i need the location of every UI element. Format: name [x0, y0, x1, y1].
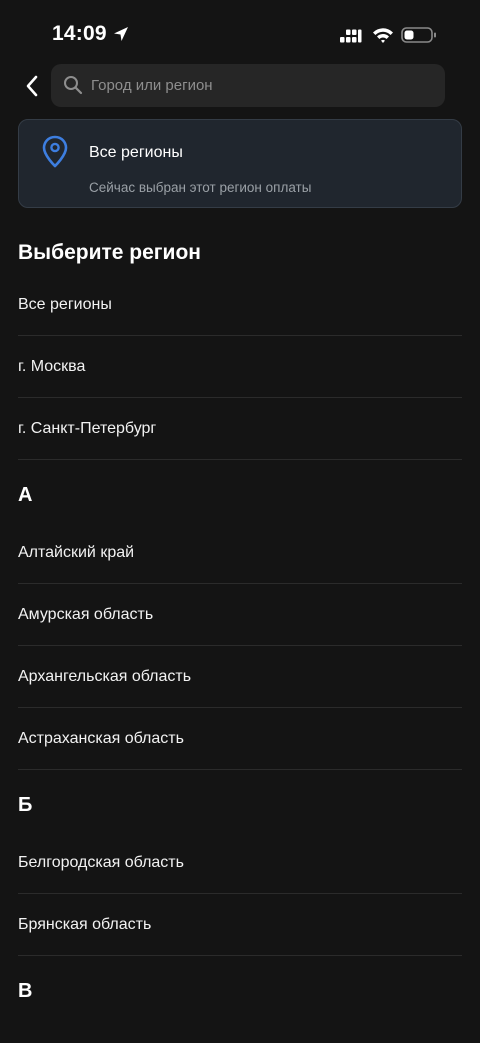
status-time: 14:09 [52, 22, 107, 45]
region-label: г. Санкт-Петербург [18, 420, 157, 437]
list-item[interactable]: Брянская область [18, 894, 462, 956]
region-label: Брянская область [18, 916, 152, 933]
list-item[interactable]: Архангельская область [18, 646, 462, 708]
search-row [0, 64, 480, 108]
region-label: Все регионы [18, 296, 112, 313]
search-icon [64, 76, 83, 95]
location-pin-icon [42, 135, 68, 168]
list-item[interactable]: г. Москва [18, 336, 462, 398]
letter-header-label: Б [18, 794, 33, 816]
list-item[interactable]: Астраханская область [18, 708, 462, 770]
cellular-signal-icon [340, 29, 362, 43]
list-item[interactable]: Белгородская область [18, 832, 462, 894]
list-item[interactable]: Все регионы [18, 274, 462, 336]
letter-header-label: А [18, 484, 33, 506]
back-button[interactable] [18, 70, 46, 102]
chevron-left-icon [26, 75, 38, 97]
search-box[interactable] [51, 64, 445, 107]
location-arrow-icon [114, 27, 128, 41]
current-region-subtitle: Сейчас выбран этот регион оплаты [89, 180, 312, 195]
section-title: Выберите регион [18, 241, 201, 264]
list-item[interactable]: г. Санкт-Петербург [18, 398, 462, 460]
region-label: Алтайский край [18, 544, 135, 561]
list-item[interactable]: Алтайский край [18, 522, 462, 584]
region-list: Все регионы г. Москва г. Санкт-Петербург… [0, 274, 480, 1018]
list-item[interactable]: Амурская область [18, 584, 462, 646]
current-region-card[interactable]: Все регионы Сейчас выбран этот регион оп… [18, 119, 462, 208]
region-label: Архангельская область [18, 668, 192, 685]
region-label: г. Москва [18, 358, 86, 375]
letter-header: В [18, 956, 480, 1018]
letter-header: Б [18, 770, 480, 832]
status-bar: 14:09 [0, 0, 480, 64]
region-label: Белгородская область [18, 854, 184, 871]
battery-icon [401, 27, 436, 43]
letter-header: А [18, 460, 480, 522]
search-input[interactable] [91, 64, 431, 107]
wifi-icon [373, 28, 393, 43]
current-region-title: Все регионы [89, 144, 183, 161]
letter-header-label: В [18, 980, 33, 1002]
region-label: Амурская область [18, 606, 154, 623]
region-label: Астраханская область [18, 730, 184, 747]
